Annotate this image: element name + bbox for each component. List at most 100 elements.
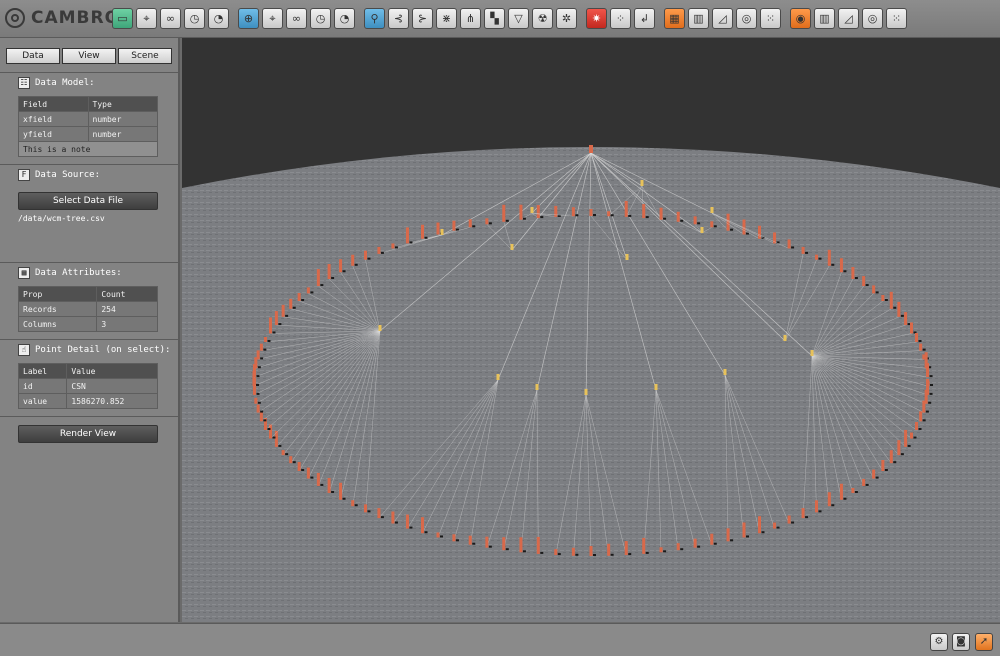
target-icon[interactable]: ◉ (790, 8, 811, 29)
tab-view[interactable]: View (62, 48, 116, 64)
map-pin-icon[interactable]: ⌖ (136, 8, 157, 29)
leaf-label (805, 516, 808, 518)
leaf-label (714, 543, 717, 545)
scatter-icon[interactable]: ⁘ (610, 8, 631, 29)
tab-scene[interactable]: Scene (118, 48, 172, 64)
sidebar-tabs: Data View Scene (6, 48, 172, 64)
pie-icon[interactable]: ◔ (208, 8, 229, 29)
radial-icon[interactable]: ◎ (736, 8, 757, 29)
branch-node (701, 227, 704, 233)
leaf-bar (502, 537, 505, 550)
table-cell: yfield (19, 127, 89, 142)
leaf-bar (469, 536, 472, 545)
grid-squares-icon[interactable]: ▚ (484, 8, 505, 29)
pie-icon[interactable]: ◔ (334, 8, 355, 29)
heatgrid-icon[interactable]: ▦ (664, 8, 685, 29)
area-chart-icon[interactable]: ◿ (712, 8, 733, 29)
leaf-label (611, 214, 614, 216)
divider (0, 339, 178, 340)
clock-icon[interactable]: ◷ (310, 8, 331, 29)
render-view-button[interactable]: Render View (18, 425, 158, 443)
table-cell: 3 (97, 317, 158, 332)
leaf-bar (298, 293, 301, 301)
data-file-path: /data/wcm-tree.csv (18, 214, 105, 223)
gear-cog-icon[interactable]: ✲ (556, 8, 577, 29)
leaf-bar (897, 302, 900, 317)
leaf-bar (840, 484, 843, 500)
leaf-label (425, 531, 428, 533)
camera-icon[interactable]: ◙ (952, 633, 970, 651)
link-icon[interactable]: ∞ (160, 8, 181, 29)
leaf-bar (694, 216, 697, 224)
leaf-bar (910, 322, 913, 333)
leaf-label (263, 419, 266, 421)
leaf-label (746, 535, 749, 537)
leaf-bar (328, 478, 331, 493)
branch-node (641, 180, 644, 186)
leaf-bar (260, 344, 263, 351)
data-model-title: Data Model: (35, 78, 95, 88)
table-cell: xfield (19, 112, 89, 127)
radial-icon[interactable]: ◎ (862, 8, 883, 29)
leaf-label (901, 453, 904, 455)
leaf-label (919, 428, 922, 430)
leaf-bar (788, 239, 791, 248)
leaf-label (866, 484, 869, 486)
leaf-bar (364, 504, 367, 512)
bubble-icon[interactable]: ⁙ (760, 8, 781, 29)
tree-icon[interactable]: ⚲ (364, 8, 385, 29)
data-model-note: This is a note (19, 142, 158, 157)
branch-node (784, 335, 787, 341)
bar-chart-icon[interactable]: ▥ (814, 8, 835, 29)
bar-chart-icon[interactable]: ▥ (688, 8, 709, 29)
leaf-bar (840, 258, 843, 272)
leaf-bar (742, 522, 745, 537)
leaf-label (343, 498, 346, 500)
leaf-label (320, 484, 323, 486)
leaf-bar (282, 450, 285, 455)
leaf-label (523, 218, 526, 220)
point-detail-title: Point Detail (on select): (35, 345, 170, 355)
select-data-file-button[interactable]: Select Data File (18, 192, 158, 210)
settings-icon[interactable]: ⚙ (930, 633, 948, 651)
funnel-icon[interactable]: ▽ (508, 8, 529, 29)
link-icon[interactable]: ∞ (286, 8, 307, 29)
leaf-bar (519, 537, 522, 552)
leaf-label (310, 291, 313, 293)
table-cell: number (88, 127, 158, 142)
table-icon[interactable]: ▭ (112, 8, 133, 29)
map-pin-icon[interactable]: ⌖ (262, 8, 283, 29)
leaf-label (558, 553, 561, 555)
tab-data[interactable]: Data (6, 48, 60, 64)
column-header: Value (67, 364, 158, 379)
3d-viewport[interactable] (182, 38, 1000, 622)
tree-right-icon[interactable]: ⊰ (388, 8, 409, 29)
branch-node (511, 244, 514, 250)
path-icon[interactable]: ↲ (634, 8, 655, 29)
radiation-icon[interactable]: ☢ (532, 8, 553, 29)
leaf-bar (788, 516, 791, 524)
leaf-bar (391, 512, 394, 524)
leaf-label (923, 349, 926, 351)
leaf-label (310, 477, 313, 479)
cluster-icon[interactable]: ✷ (586, 8, 607, 29)
leaf-bar (469, 219, 472, 227)
hierarchy-icon: ☷ (18, 77, 30, 89)
leaf-label (805, 252, 808, 254)
clock-icon[interactable]: ◷ (184, 8, 205, 29)
globe-icon[interactable]: ⊕ (238, 8, 259, 29)
tree-left-icon[interactable]: ⊱ (412, 8, 433, 29)
leaf-bar (607, 211, 610, 216)
network-icon[interactable]: ⋇ (436, 8, 457, 29)
pointer-icon: ☝ (18, 344, 30, 356)
share-icon[interactable]: ⋔ (460, 8, 481, 29)
export-icon[interactable]: ➚ (975, 633, 993, 651)
leaf-label (611, 554, 614, 556)
divider (0, 72, 178, 73)
leaf-bar (677, 543, 680, 550)
area-chart-icon[interactable]: ◿ (838, 8, 859, 29)
leaf-label (926, 411, 929, 413)
bubble-icon[interactable]: ⁙ (886, 8, 907, 29)
leaf-bar (502, 205, 505, 222)
radial-tree-scene[interactable] (182, 38, 1000, 622)
